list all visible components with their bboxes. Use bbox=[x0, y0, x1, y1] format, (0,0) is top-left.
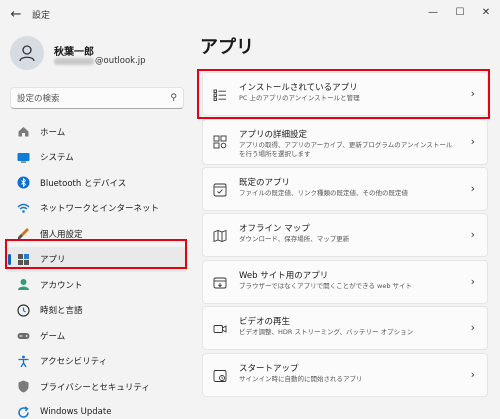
card-title: オフライン マップ bbox=[239, 224, 310, 234]
card-title: アプリの詳細設定 bbox=[239, 130, 308, 140]
gamepad-icon bbox=[16, 329, 30, 343]
minimize-icon[interactable]: — bbox=[425, 6, 441, 20]
search-icon: ⚲ bbox=[170, 93, 177, 103]
back-arrow-icon[interactable]: ← bbox=[8, 6, 24, 22]
card-offline-maps[interactable]: オフライン マップ ダウンロード、保存場所、マップ更新 › bbox=[202, 213, 488, 257]
sidebar-item-privacy[interactable]: プライバシーとセキュリティ bbox=[6, 374, 188, 399]
card-title: インストールされているアプリ bbox=[239, 83, 358, 93]
sidebar-item-home[interactable]: ホーム bbox=[6, 119, 188, 144]
card-desc: PC 上のアプリのアンインストールと管理 bbox=[239, 94, 360, 102]
card-desc: ダウンロード、保存場所、マップ更新 bbox=[239, 235, 350, 243]
card-title: Web サイト用のアプリ bbox=[239, 271, 329, 281]
chevron-right-icon: › bbox=[470, 321, 475, 334]
user-email: @outlook.jp bbox=[54, 56, 146, 66]
sidebar-item-bluetooth[interactable]: Bluetooth とデバイス bbox=[6, 170, 188, 195]
maximize-icon[interactable]: ☐ bbox=[452, 6, 468, 20]
brush-icon bbox=[16, 227, 30, 241]
chevron-right-icon: › bbox=[470, 275, 475, 288]
default-apps-icon bbox=[213, 182, 227, 197]
system-icon bbox=[16, 150, 30, 164]
avatar[interactable] bbox=[10, 36, 44, 70]
close-icon[interactable]: ✕ bbox=[478, 6, 494, 20]
card-installed-apps[interactable]: インストールされているアプリ PC 上のアプリのアンインストールと管理 › bbox=[202, 72, 488, 116]
offline-maps-icon bbox=[213, 228, 227, 243]
card-title: ビデオの再生 bbox=[239, 317, 291, 327]
chevron-right-icon: › bbox=[470, 228, 475, 241]
user-icon bbox=[19, 45, 35, 62]
wifi-icon bbox=[16, 201, 30, 215]
apps-icon bbox=[16, 252, 30, 266]
chevron-right-icon: › bbox=[470, 87, 475, 100]
accessibility-icon bbox=[16, 354, 30, 368]
sidebar-item-accessibility[interactable]: アクセシビリティ bbox=[6, 349, 188, 374]
card-advanced-app-settings[interactable]: アプリの詳細設定 アプリの取得、アプリのアーカイブ、更新プログラムのアンインスト… bbox=[202, 119, 488, 165]
sidebar-item-accounts[interactable]: アカウント bbox=[6, 272, 188, 297]
title-bar: ← 設定 — ☐ ✕ bbox=[0, 0, 500, 30]
card-apps-for-websites[interactable]: Web サイト用のアプリ ブラウザーではなくアプリで開くことができる web サ… bbox=[202, 260, 488, 304]
card-title: スタートアップ bbox=[239, 364, 299, 374]
chevron-right-icon: › bbox=[470, 135, 475, 148]
home-icon bbox=[16, 125, 30, 139]
chevron-right-icon: › bbox=[470, 182, 475, 195]
startup-icon bbox=[213, 368, 227, 382]
active-indicator bbox=[8, 253, 11, 265]
card-title: 既定のアプリ bbox=[239, 178, 291, 188]
advanced-apps-icon bbox=[213, 134, 227, 149]
sidebar-item-windows-update[interactable]: Windows Update bbox=[6, 400, 188, 419]
sidebar-nav: ホーム システム Bluetooth とデバイス ネットワークとインターネット … bbox=[6, 119, 188, 419]
shield-icon bbox=[16, 380, 30, 394]
card-startup[interactable]: スタートアップ サインイン時に自動的に開始されるアプリ › bbox=[202, 353, 488, 397]
window-title: 設定 bbox=[32, 11, 51, 21]
sidebar-item-gaming[interactable]: ゲーム bbox=[6, 323, 188, 348]
video-icon bbox=[213, 321, 227, 335]
bluetooth-icon bbox=[16, 176, 30, 190]
card-desc: アプリの取得、アプリのアーカイブ、更新プログラムのアンインストールを行う場所を選… bbox=[239, 141, 453, 158]
sidebar-item-time-language[interactable]: 時刻と言語 bbox=[6, 298, 188, 323]
card-desc: ブラウザーではなくアプリで開くことができる web サイト bbox=[239, 282, 413, 290]
page-title: アプリ bbox=[200, 37, 254, 58]
search-placeholder: 設定の検索 bbox=[17, 94, 60, 104]
time-language-icon bbox=[16, 303, 30, 317]
card-desc: ファイルの既定値、リンク種類の既定値、その他の既定値 bbox=[239, 189, 408, 197]
app-list-icon bbox=[213, 87, 227, 101]
card-desc: サインイン時に自動的に開始されるアプリ bbox=[239, 375, 363, 383]
card-video-playback[interactable]: ビデオの再生 ビデオ調整、HDR ストリーミング、バッテリー オプション › bbox=[202, 306, 488, 350]
sidebar-item-network[interactable]: ネットワークとインターネット bbox=[6, 196, 188, 221]
card-default-apps[interactable]: 既定のアプリ ファイルの既定値、リンク種類の既定値、その他の既定値 › bbox=[202, 167, 488, 211]
sidebar-item-system[interactable]: システム bbox=[6, 145, 188, 170]
web-apps-icon bbox=[213, 275, 227, 289]
chevron-right-icon: › bbox=[470, 368, 475, 381]
sidebar-item-personalization[interactable]: 個人用設定 bbox=[6, 221, 188, 246]
account-icon bbox=[16, 278, 30, 292]
sidebar-item-apps[interactable]: アプリ bbox=[6, 246, 188, 272]
search-input[interactable]: 設定の検索 ⚲ bbox=[10, 87, 184, 109]
card-desc: ビデオ調整、HDR ストリーミング、バッテリー オプション bbox=[239, 328, 414, 336]
email-redacted bbox=[54, 57, 94, 65]
update-icon bbox=[16, 405, 30, 419]
